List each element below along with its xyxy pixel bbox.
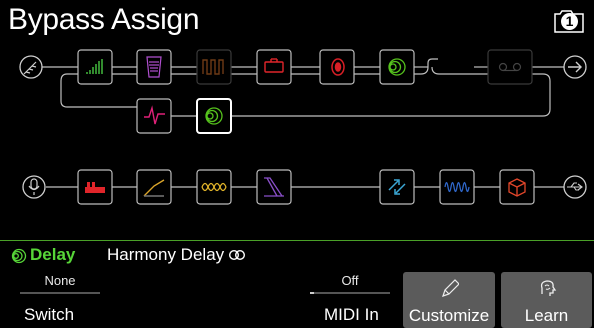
selected-block-info: Delay Harmony Delay (0, 240, 594, 271)
brain-icon (540, 280, 556, 296)
switch-value: None (44, 273, 76, 288)
block-model: Harmony Delay (107, 245, 225, 264)
fx-loop-block[interactable] (499, 169, 535, 205)
signal-flow-grid (19, 49, 587, 205)
midi-in-value: Off (341, 273, 359, 288)
switch-label: Switch (24, 305, 75, 324)
mic-input-icon[interactable] (22, 175, 46, 199)
eq-filter-block[interactable] (256, 169, 292, 205)
modulation-block[interactable] (196, 169, 232, 205)
filter-block[interactable] (136, 98, 172, 134)
eq-block[interactable] (77, 49, 113, 85)
switch-bar (20, 292, 100, 294)
block-category: Delay (30, 245, 76, 264)
midi-in-control[interactable]: Off MIDI In (300, 270, 400, 328)
wah-block[interactable] (136, 49, 172, 85)
stereo-link-icon (228, 249, 246, 261)
reverb-block[interactable] (439, 169, 475, 205)
learn-label: Learn (524, 306, 569, 325)
looper-block-bypassed[interactable] (487, 49, 533, 85)
guitar-input-icon[interactable] (19, 55, 43, 79)
compressor-block[interactable] (136, 169, 172, 205)
usb-output-icon[interactable] (563, 175, 587, 199)
pencil-icon (442, 279, 459, 297)
cab-block[interactable] (319, 49, 355, 85)
delay-rings-icon (11, 248, 27, 264)
midi-in-bar (310, 292, 390, 294)
delay-block[interactable] (379, 49, 415, 85)
distortion-block[interactable] (77, 169, 113, 205)
amp-block[interactable] (256, 49, 292, 85)
customize-button[interactable]: Customize (403, 272, 495, 328)
learn-button[interactable]: Learn (501, 272, 592, 328)
arrow-output-icon[interactable] (563, 55, 587, 79)
switch-control[interactable]: None Switch (0, 270, 120, 328)
midi-in-label: MIDI In (324, 305, 379, 324)
pitch-block[interactable] (379, 169, 415, 205)
dynamics-block-bypassed[interactable] (196, 49, 232, 85)
customize-label: Customize (408, 306, 490, 325)
midi-in-bar-fill (310, 292, 314, 294)
delay-block-selected[interactable] (196, 98, 232, 134)
path1-wires (42, 58, 564, 117)
